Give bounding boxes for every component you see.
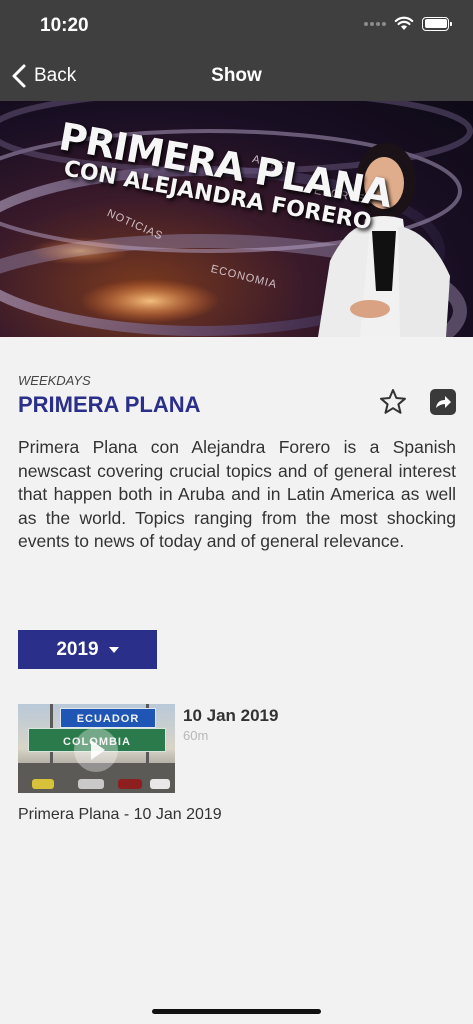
- episode-caption: Primera Plana - 10 Jan 2019: [18, 806, 222, 823]
- status-icons: [364, 16, 452, 31]
- year-selected-label: 2019: [56, 638, 99, 660]
- signal-icon: [364, 21, 386, 26]
- home-indicator[interactable]: [152, 1009, 321, 1014]
- episode-item[interactable]: ECUADOR COLOMBIA 10 Jan 2019 60m: [18, 704, 456, 794]
- show-schedule: WEEKDAYS: [18, 373, 91, 388]
- thumbnail-car: [78, 779, 104, 789]
- caret-down-icon: [108, 646, 119, 653]
- show-details: WEEKDAYS PRIMERA PLANA Primera Plana con…: [18, 373, 456, 554]
- play-icon[interactable]: [74, 728, 118, 772]
- thumbnail-sign: ECUADOR: [60, 708, 156, 728]
- year-selector-button[interactable]: 2019: [18, 630, 157, 669]
- episode-duration: 60m: [183, 728, 209, 743]
- battery-icon: [422, 16, 452, 31]
- thumbnail-sign-text: ECUADOR: [76, 713, 140, 725]
- thumbnail-car: [32, 779, 54, 789]
- wifi-icon: [394, 16, 414, 30]
- thumbnail-car: [150, 779, 170, 789]
- page-title: Show: [211, 65, 262, 86]
- status-time: 10:20: [40, 15, 89, 36]
- show-banner-image: NOTICIAS ECONOMIA ARTE DEPORTES PRIMERA …: [0, 101, 473, 337]
- show-description: Primera Plana con Alejandra Forero is a …: [18, 437, 456, 551]
- episode-date: 10 Jan 2019: [183, 706, 279, 725]
- favorite-star-icon[interactable]: [378, 387, 408, 417]
- episode-thumbnail[interactable]: ECUADOR COLOMBIA: [18, 704, 175, 793]
- thumbnail-car: [118, 779, 142, 789]
- status-bar: 10:20: [0, 0, 473, 52]
- share-icon[interactable]: [430, 389, 456, 415]
- navigation-bar: Back Show: [0, 52, 473, 101]
